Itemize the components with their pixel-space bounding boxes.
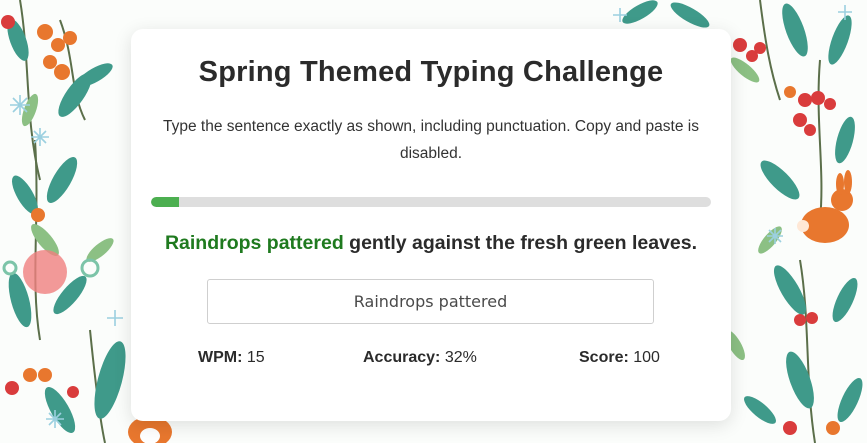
accuracy-value: 32%	[444, 349, 477, 366]
score-label: Score:	[579, 349, 629, 366]
wpm-value: 15	[246, 349, 265, 366]
rabbit-icon	[797, 170, 853, 243]
target-sentence: Raindrops pattered gently against the fr…	[131, 232, 731, 255]
page-title: Spring Themed Typing Challenge	[198, 56, 664, 88]
wpm-label: WPM:	[198, 349, 243, 366]
leaf-icon	[7, 19, 126, 433]
typed-portion: Raindrops pattered	[164, 232, 344, 254]
remaining-portion: gently against the fresh green leaves.	[343, 232, 698, 254]
typing-input[interactable]	[207, 279, 654, 324]
accuracy-stat: Accuracy: 32%	[363, 349, 477, 367]
stats-row: WPM: 15 Accuracy: 32% Score: 100	[131, 349, 731, 369]
wpm-stat: WPM: 15	[198, 349, 265, 367]
score-stat: Score: 100	[579, 349, 660, 367]
page-background: Spring Themed Typing Challenge Type the …	[0, 0, 867, 443]
progress-bar	[151, 197, 711, 207]
progress-bar-fill	[151, 197, 179, 207]
challenge-card: Spring Themed Typing Challenge Type the …	[131, 29, 731, 421]
instructions-text: Type the sentence exactly as shown, incl…	[163, 118, 699, 162]
accuracy-label: Accuracy:	[363, 349, 441, 366]
flower-icon	[23, 250, 67, 294]
score-value: 100	[633, 349, 660, 366]
